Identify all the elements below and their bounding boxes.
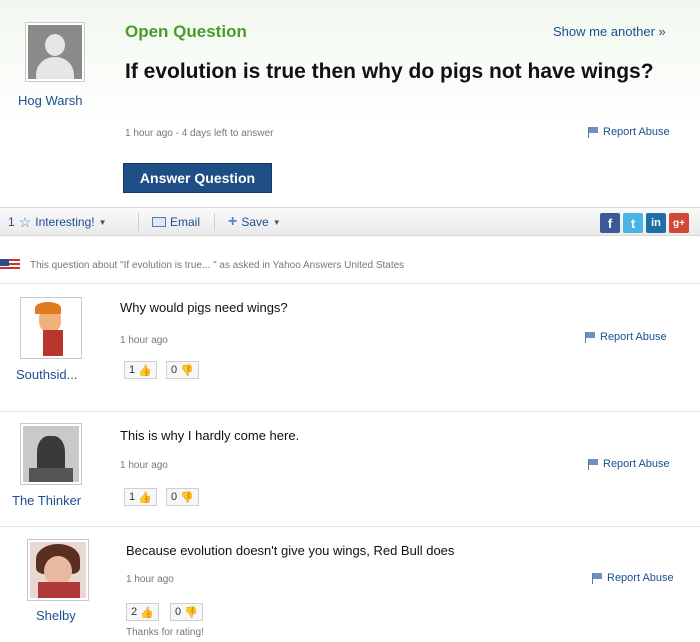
thumbs-up-count: 1 [129,491,136,503]
answerer-avatar[interactable] [27,539,89,601]
chevron-down-icon: ▼ [98,217,107,227]
flag-icon [592,572,603,584]
email-label: Email [170,215,201,229]
report-abuse-label: Report Abuse [603,458,670,470]
asker-name[interactable]: Hog Warsh [18,93,83,108]
interesting-count: 1 [8,215,15,229]
answerer-name[interactable]: The Thinker [12,493,81,508]
flag-icon [588,458,599,470]
thumbs-up-count: 2 [131,606,138,618]
star-icon: ☆ [18,214,32,230]
save-label: Save [241,215,269,229]
answer-time: 1 hour ago [120,460,168,471]
thumbs-down-count: 0 [171,491,178,503]
divider [0,283,700,284]
thumbs-up-icon: 👍 [138,364,152,377]
thumbs-down-count: 0 [171,364,178,376]
thumbs-up-button[interactable]: 1 👍 [124,361,157,379]
flag-icon [585,331,596,343]
thumbs-down-button[interactable]: 0 👎 [166,488,199,506]
email-button[interactable]: Email [152,215,200,229]
thumbs-down-icon: 👎 [184,606,198,619]
answerer-avatar[interactable] [20,297,82,359]
google-plus-icon[interactable]: g+ [669,213,689,233]
thumbs-up-button[interactable]: 1 👍 [124,488,157,506]
save-button[interactable]: + Save ▼ [228,213,281,230]
us-flag-icon [0,259,20,271]
thumbs-up-icon: 👍 [140,606,154,619]
thumbs-up-count: 1 [129,364,136,376]
linkedin-icon[interactable]: in [646,213,666,233]
question-meta: 1 hour ago - 4 days left to answer [125,128,274,139]
answer-text: Because evolution doesn't give you wings… [126,543,455,558]
thumbs-up-icon: 👍 [138,491,152,504]
thumbs-down-button[interactable]: 0 👎 [170,603,203,621]
report-abuse-link[interactable]: Report Abuse [585,331,667,343]
question-title: If evolution is true then why do pigs no… [125,60,654,83]
asker-avatar[interactable] [25,22,85,82]
thumbs-up-button[interactable]: 2 👍 [126,603,159,621]
flag-icon [588,126,599,138]
show-another-link[interactable]: Show me another » [553,24,666,39]
answer-question-button[interactable]: Answer Question [123,163,272,193]
answer-time: 1 hour ago [126,574,174,585]
chevron-down-icon: ▼ [272,217,281,227]
thumbs-down-icon: 👎 [180,364,194,377]
report-abuse-label: Report Abuse [603,126,670,138]
facebook-icon[interactable]: f [600,213,620,233]
envelope-icon [152,217,166,227]
thumbs-down-button[interactable]: 0 👎 [166,361,199,379]
plus-icon: + [228,213,238,230]
divider [0,526,700,527]
report-abuse-label: Report Abuse [607,572,674,584]
report-abuse-link[interactable]: Report Abuse [592,572,674,584]
answerer-name[interactable]: Shelby [36,608,76,623]
about-row: This question about "If evolution is tru… [0,256,700,278]
interesting-button[interactable]: 1 ☆ Interesting! ▼ [8,215,107,229]
report-abuse-link[interactable]: Report Abuse [588,458,670,470]
divider [0,411,700,412]
report-abuse-label: Report Abuse [600,331,667,343]
thanks-for-rating-text: Thanks for rating! [126,627,204,638]
answer-text: Why would pigs need wings? [120,300,288,315]
report-abuse-link[interactable]: Report Abuse [588,126,670,138]
answerer-avatar[interactable] [20,423,82,485]
answer-time: 1 hour ago [120,335,168,346]
open-question-label: Open Question [125,22,247,41]
answerer-name[interactable]: Southsid... [16,367,77,382]
question-toolbar: 1 ☆ Interesting! ▼ Email + Save ▼ f t in… [0,207,700,236]
twitter-icon[interactable]: t [623,213,643,233]
answer-text: This is why I hardly come here. [120,428,300,443]
thumbs-down-count: 0 [175,606,182,618]
thumbs-down-icon: 👎 [180,491,194,504]
interesting-label: Interesting! [35,215,95,229]
about-text: This question about "If evolution is tru… [30,260,405,271]
